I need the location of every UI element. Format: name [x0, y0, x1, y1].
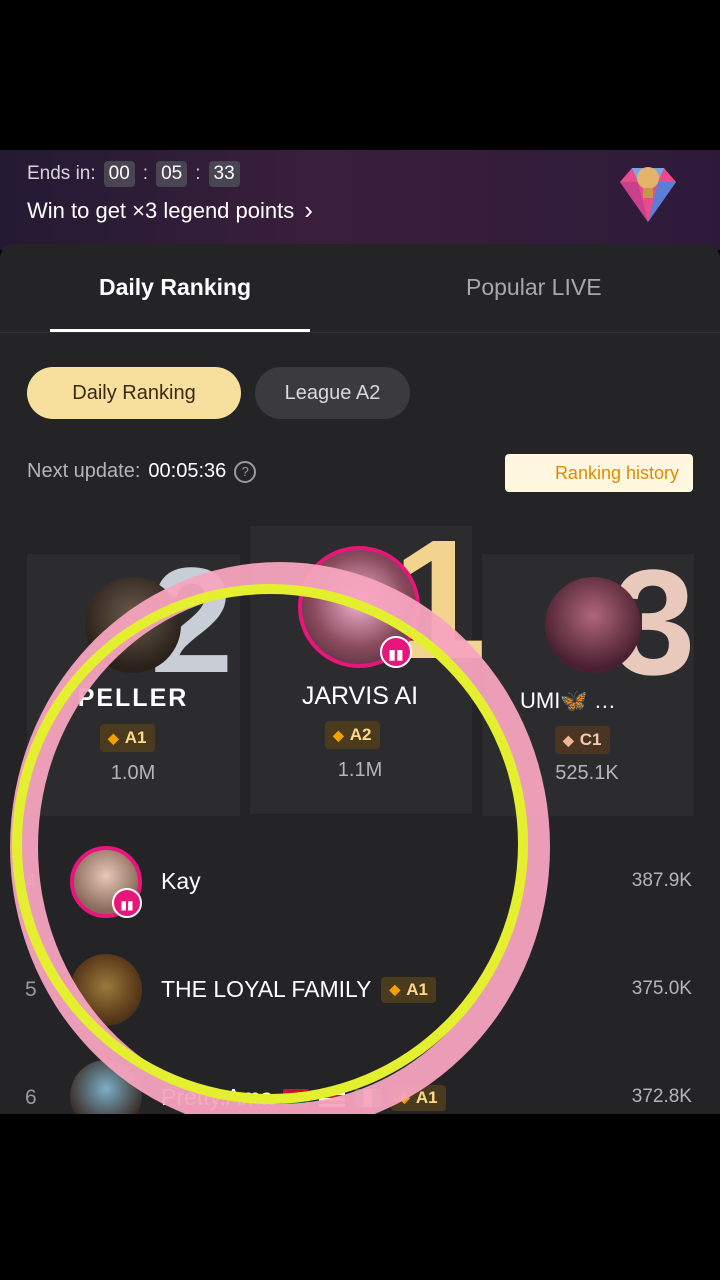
next-update-label: Next update:	[27, 460, 141, 482]
chip-daily-ranking[interactable]: Daily Ranking	[27, 367, 241, 419]
ranking-history-button[interactable]: Ranking history	[505, 454, 693, 492]
tab-popular-live[interactable]: Popular LIVE	[466, 274, 602, 301]
chevron-right-icon: ›	[304, 195, 313, 225]
chip-league[interactable]: League A2	[255, 367, 410, 419]
diamond-trophy-icon[interactable]	[610, 160, 686, 228]
annotation-circle-yellow	[12, 584, 528, 1104]
league-badge: ◆ C1	[555, 726, 610, 754]
next-update-time: 00:05:36	[148, 460, 227, 482]
legend-points-link[interactable]: Win to get ×3 legend points ›	[27, 195, 313, 226]
list-score: 375.0K	[631, 978, 692, 999]
league-label: C1	[579, 730, 602, 749]
timer-separator: :	[195, 163, 201, 184]
list-score: 387.9K	[631, 870, 692, 891]
help-icon[interactable]: ?	[234, 460, 257, 483]
next-update: Next update: 00:05:36 ?	[27, 460, 257, 483]
diamond-icon: ◆	[563, 731, 574, 748]
timer-minutes: 05	[156, 161, 188, 187]
timer-hours: 00	[103, 161, 135, 187]
tab-divider	[0, 332, 720, 333]
ends-label: Ends in:	[27, 163, 96, 184]
list-score: 372.8K	[631, 1086, 692, 1107]
ranking-panel: Daily Ranking Popular LIVE Daily Ranking…	[0, 244, 720, 1114]
tab-daily-ranking[interactable]: Daily Ranking	[99, 274, 251, 301]
avatar[interactable]	[545, 577, 641, 673]
list-rank: 5	[25, 978, 37, 1001]
timer-seconds: 33	[208, 161, 240, 187]
podium-name-third: UMI🦋 …	[520, 688, 616, 713]
timer-separator: :	[142, 163, 149, 184]
countdown-row: Ends in: 00 : 05 : 33	[27, 160, 240, 188]
legend-points-text: Win to get ×3 legend points	[27, 197, 295, 223]
list-rank: 6	[25, 1086, 37, 1109]
